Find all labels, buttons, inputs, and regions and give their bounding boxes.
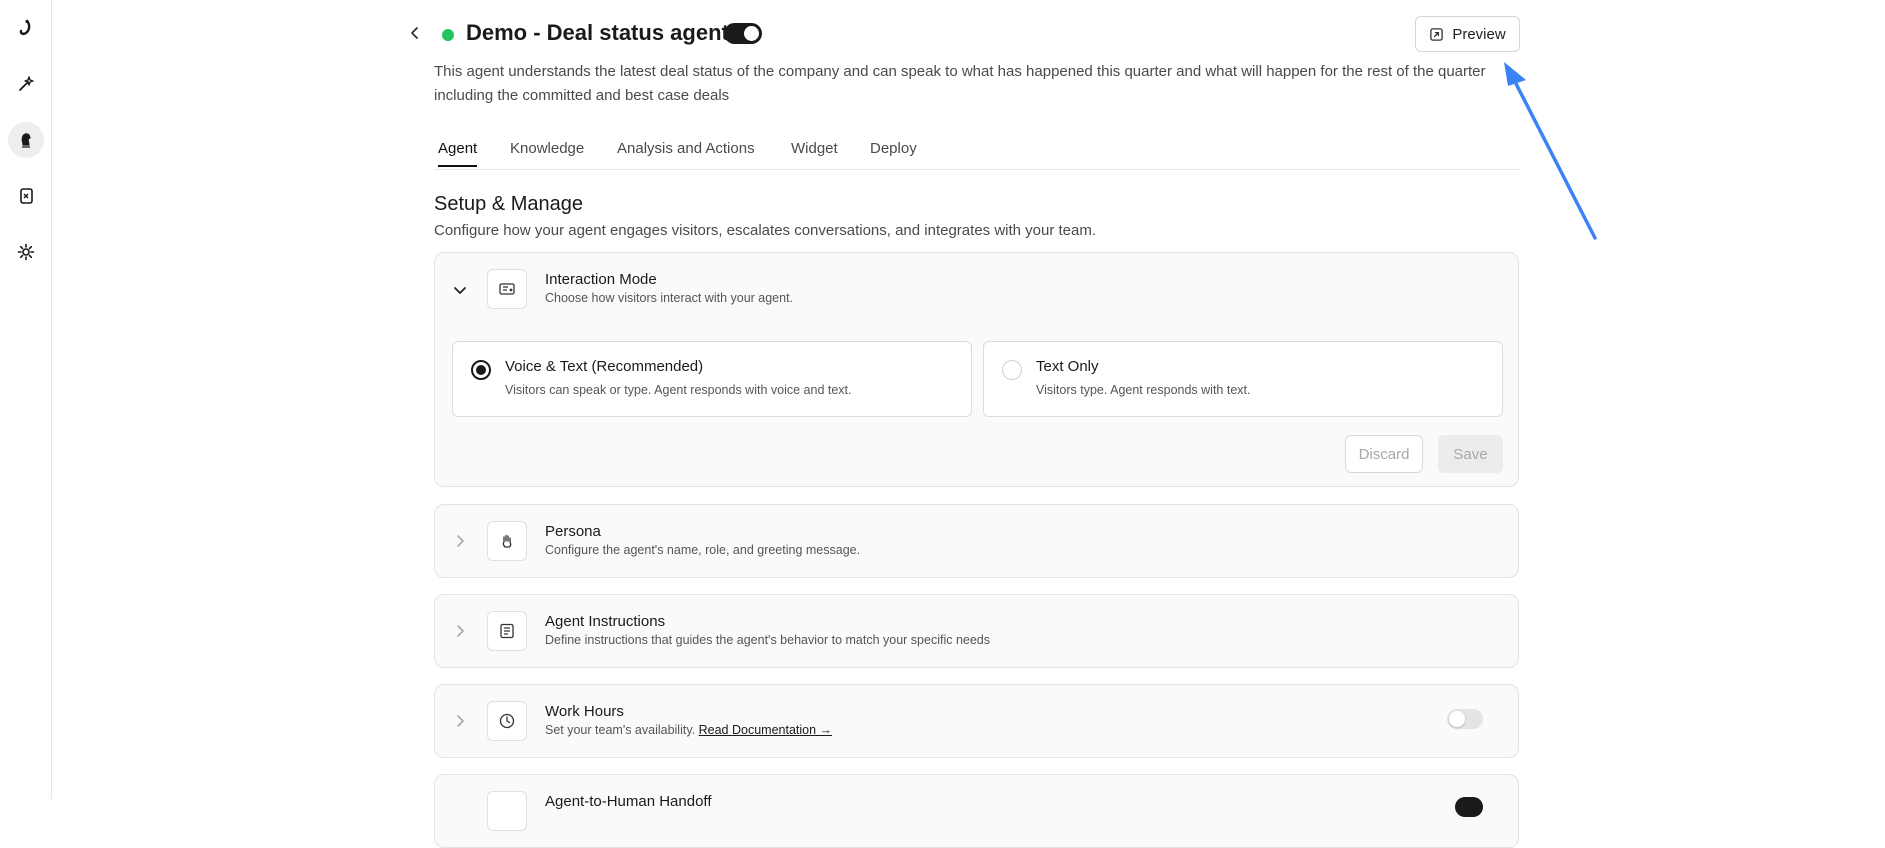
option-text-only-title: Text Only	[1036, 358, 1099, 375]
preview-external-icon	[1430, 27, 1444, 41]
work-hours-toggle[interactable]	[1447, 709, 1483, 729]
instructions-title: Agent Instructions	[545, 613, 666, 630]
instructions-subtitle: Define instructions that guides the agen…	[545, 633, 991, 647]
save-button[interactable]: Save	[1438, 435, 1503, 473]
chevron-right-icon[interactable]	[453, 624, 467, 638]
option-voice-and-text-title: Voice & Text (Recommended)	[505, 358, 704, 375]
section-subtitle: Configure how your agent engages visitor…	[434, 222, 1097, 239]
work-hours-subtitle: Set your team's availability. Read Docum…	[545, 723, 832, 737]
option-text-only-subtitle: Visitors type. Agent responds with text.	[1036, 383, 1251, 397]
left-nav-rail	[0, 0, 52, 799]
chevron-down-icon[interactable]	[453, 283, 467, 297]
tab-agent[interactable]: Agent	[438, 140, 478, 167]
persona-card[interactable]: Persona Configure the agent's name, role…	[434, 504, 1519, 578]
section-title: Setup & Manage	[434, 193, 583, 215]
tab-bar: Agent Knowledge Analysis and Actions Wid…	[434, 138, 1519, 170]
back-button[interactable]	[404, 22, 426, 44]
preview-button-label: Preview	[1452, 25, 1506, 43]
agent-chess-knight-icon[interactable]	[8, 122, 44, 158]
tab-widget[interactable]: Widget	[791, 140, 838, 167]
hand-wave-icon	[487, 521, 527, 561]
agent-enabled-toggle[interactable]	[724, 23, 762, 44]
chevron-left-icon	[411, 27, 418, 39]
agent-description: This agent understands the latest deal s…	[434, 63, 1486, 104]
page-title: Demo - Deal status agent	[466, 20, 729, 45]
sparkle-wand-icon[interactable]	[8, 66, 44, 102]
option-text-only[interactable]: Text Only Visitors type. Agent responds …	[983, 341, 1503, 417]
annotation-arrow	[1504, 62, 1597, 240]
work-hours-title: Work Hours	[545, 703, 624, 720]
interaction-mode-icon	[487, 269, 527, 309]
status-dot-active	[442, 29, 454, 41]
option-voice-and-text[interactable]: Voice & Text (Recommended) Visitors can …	[452, 341, 972, 417]
instructions-list-icon	[487, 611, 527, 651]
agent-instructions-card[interactable]: Agent Instructions Define instructions t…	[434, 594, 1519, 668]
tab-knowledge[interactable]: Knowledge	[510, 140, 584, 167]
handoff-card[interactable]: Agent-to-Human Handoff	[434, 774, 1519, 848]
radio-text-only[interactable]	[1002, 360, 1022, 380]
preview-button[interactable]: Preview	[1415, 16, 1520, 52]
read-documentation-link[interactable]: Read Documentation →	[699, 723, 832, 737]
agent-header: Demo - Deal status agent Preview	[411, 16, 1520, 52]
book-document-icon[interactable]	[8, 178, 44, 214]
handoff-toggle[interactable]	[1455, 797, 1483, 817]
persona-subtitle: Configure the agent's name, role, and gr…	[545, 543, 861, 557]
brand-logo-icon[interactable]	[8, 10, 44, 46]
chevron-right-icon[interactable]	[453, 534, 467, 548]
tab-analysis-and-actions[interactable]: Analysis and Actions	[617, 140, 755, 167]
work-hours-subtitle-text: Set your team's availability.	[545, 723, 696, 737]
tab-deploy[interactable]: Deploy	[870, 140, 917, 167]
interaction-mode-title: Interaction Mode	[545, 271, 657, 288]
interaction-mode-subtitle: Choose how visitors interact with your a…	[545, 291, 794, 305]
option-voice-and-text-subtitle: Visitors can speak or type. Agent respon…	[505, 383, 852, 397]
chevron-right-icon[interactable]	[453, 714, 467, 728]
gear-icon[interactable]	[8, 234, 44, 270]
handoff-title: Agent-to-Human Handoff	[545, 793, 712, 810]
handoff-icon	[487, 791, 527, 831]
clock-icon	[487, 701, 527, 741]
interaction-mode-card: Interaction Mode Choose how visitors int…	[434, 252, 1519, 487]
radio-voice-and-text[interactable]	[471, 360, 491, 380]
persona-title: Persona	[545, 523, 601, 540]
discard-button[interactable]: Discard	[1345, 435, 1423, 473]
work-hours-card[interactable]: Work Hours Set your team's availability.…	[434, 684, 1519, 758]
